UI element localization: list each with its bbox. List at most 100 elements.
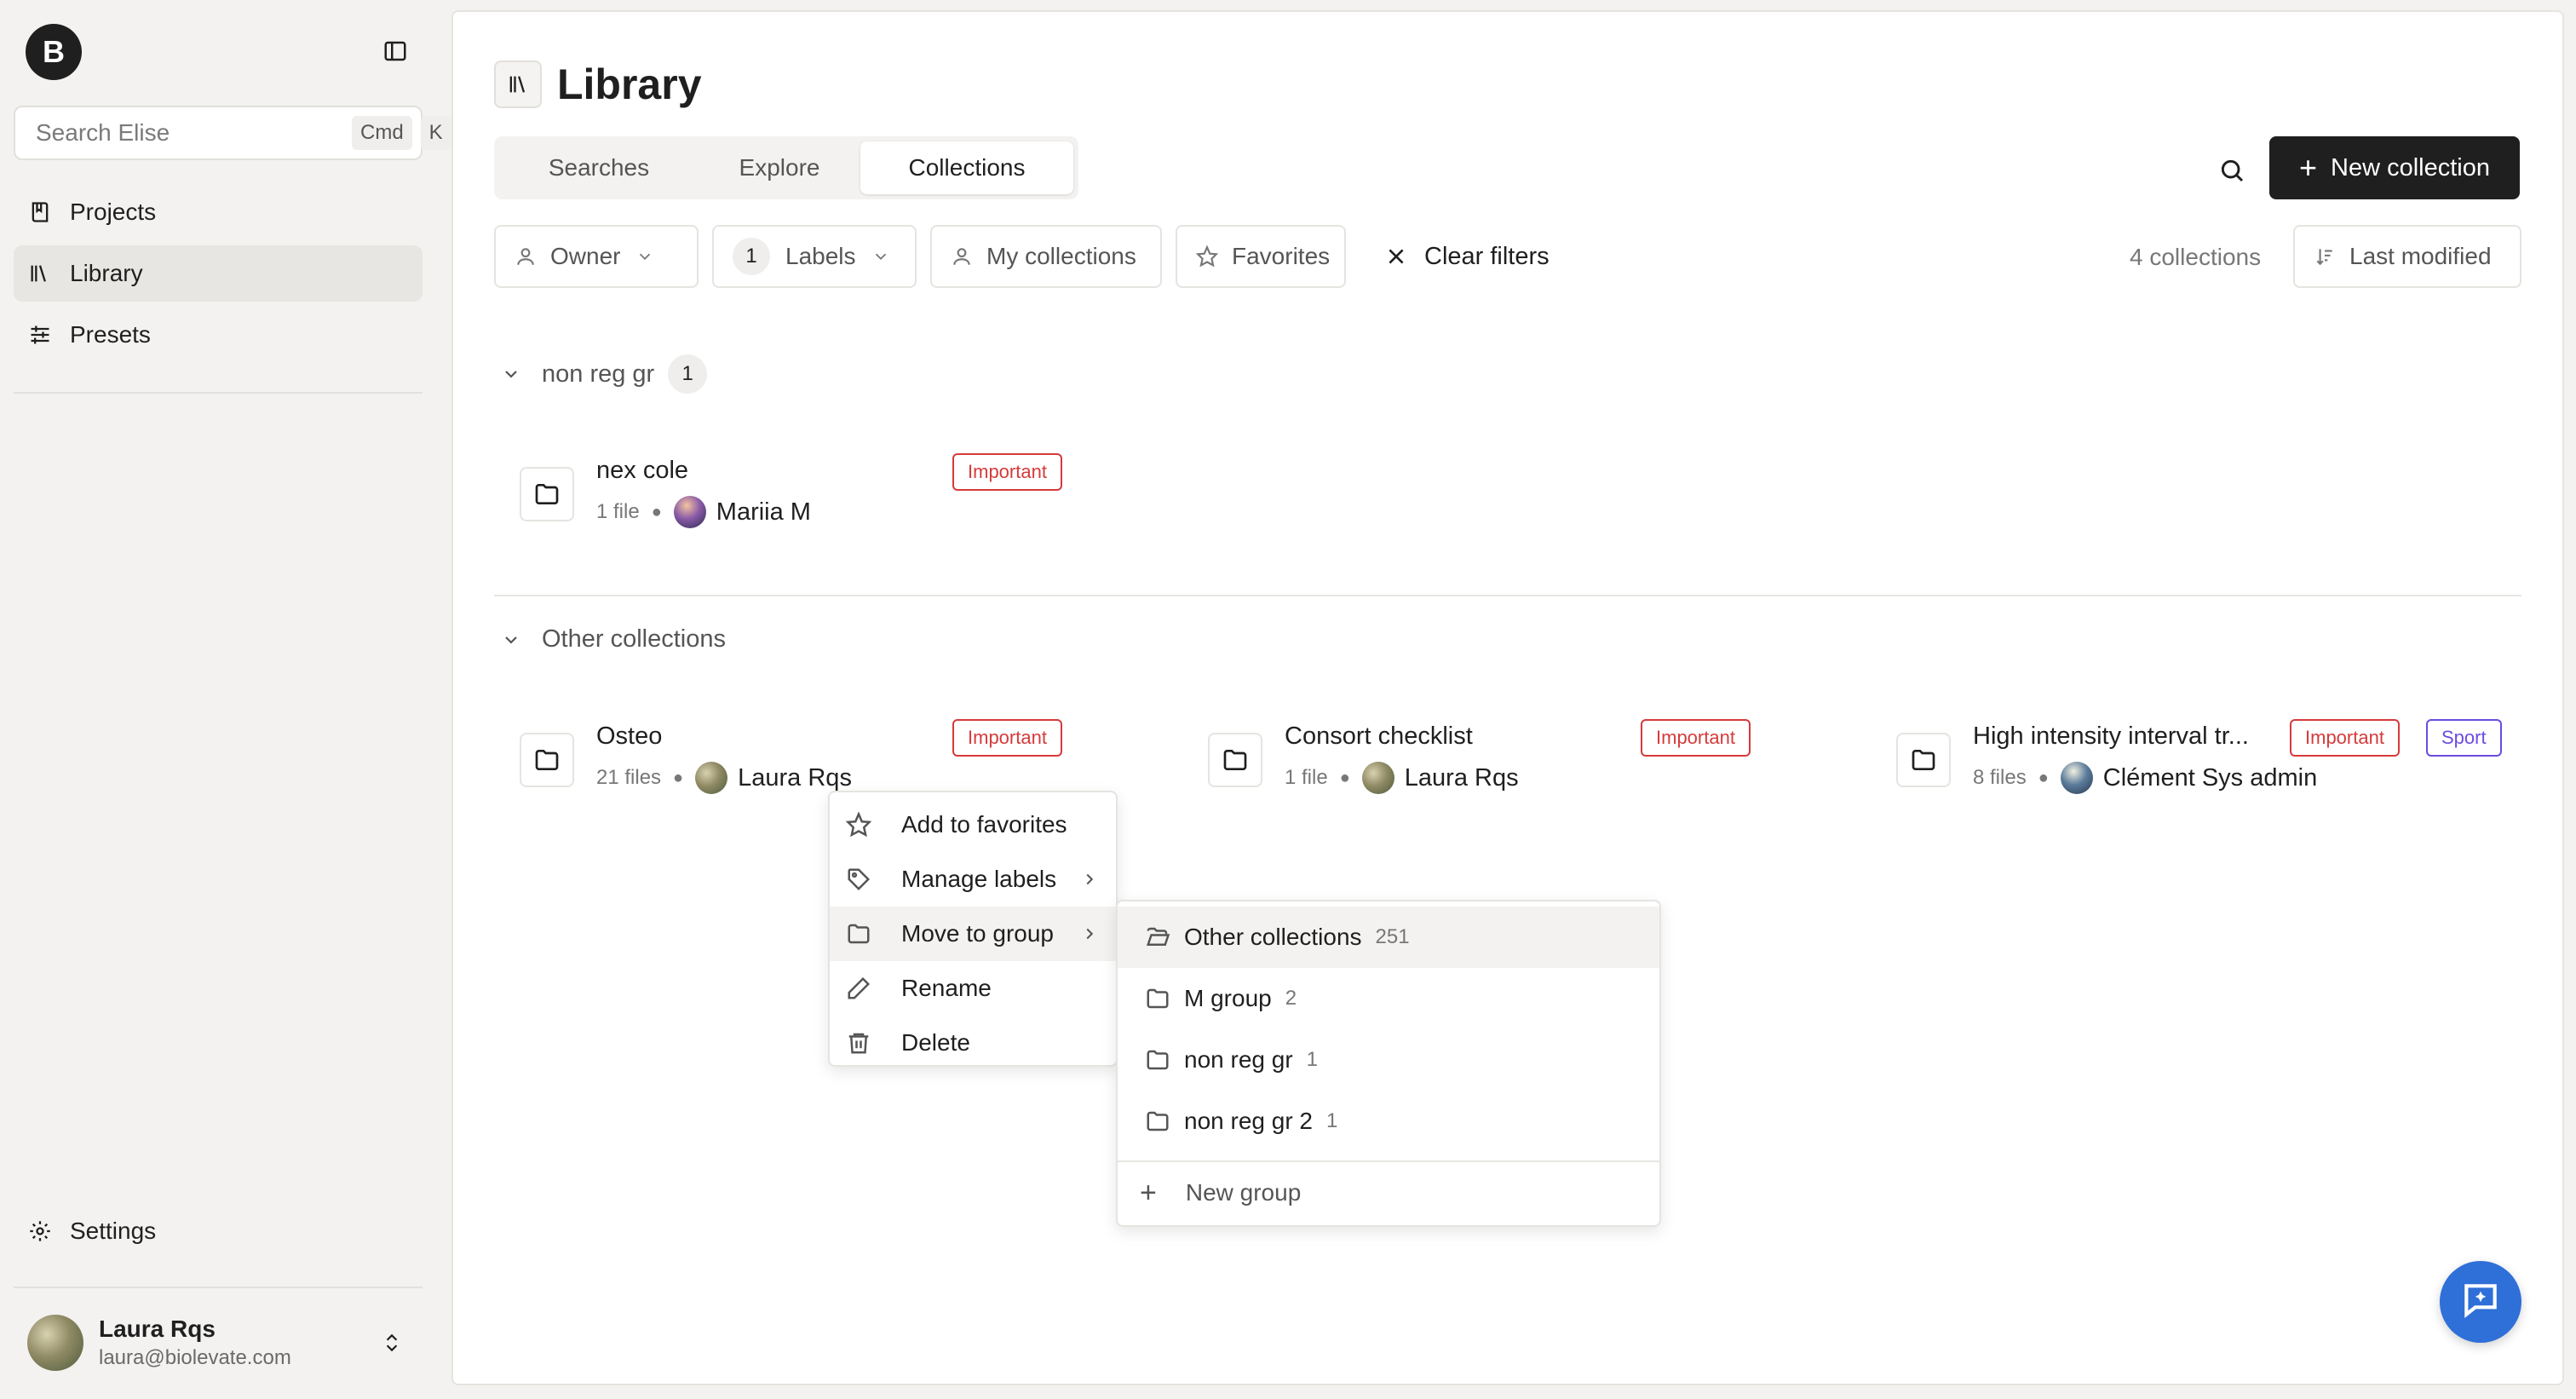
user-icon — [951, 245, 973, 268]
owner-filter-label: Owner — [550, 243, 621, 269]
menu-item-delete[interactable]: Delete — [830, 1016, 1116, 1070]
labels-filter-label: Labels — [785, 243, 856, 269]
group-divider — [494, 595, 2521, 596]
label-tag-important: Important — [2290, 719, 2400, 757]
folder-open-icon — [1145, 924, 1170, 950]
sidebar-item-label: Projects — [70, 199, 157, 225]
group-header-other-collections[interactable]: Other collections — [501, 625, 726, 653]
folder-icon — [520, 467, 574, 521]
owner-filter[interactable]: Owner — [494, 225, 699, 288]
my-collections-filter[interactable]: My collections — [930, 225, 1162, 288]
sliders-icon — [26, 320, 55, 349]
collections-count: 4 collections — [2130, 244, 2262, 270]
group-option-count: 2 — [1285, 987, 1297, 1010]
page-title: Library — [557, 60, 702, 108]
menu-item-label: Manage labels — [901, 866, 1057, 892]
group-option-name: Other collections — [1184, 924, 1362, 950]
menu-item-rename[interactable]: Rename — [830, 961, 1116, 1016]
collection-context-menu: Add to favorites Manage labels Move to g… — [828, 791, 1118, 1067]
collection-name: Osteo — [596, 723, 663, 750]
menu-item-label: Add to favorites — [901, 811, 1067, 838]
chevron-down-icon — [871, 247, 890, 266]
close-icon — [1385, 245, 1407, 268]
favorites-filter[interactable]: Favorites — [1176, 225, 1346, 288]
group-option-name: non reg gr 2 — [1184, 1108, 1313, 1134]
user-menu[interactable]: Laura Rqs laura@biolevate.com — [14, 1300, 423, 1385]
favorites-label: Favorites — [1232, 243, 1331, 269]
tag-icon — [843, 864, 874, 895]
group-header-non-reg-gr[interactable]: non reg gr 1 — [501, 354, 708, 394]
user-info: Laura Rqs laura@biolevate.com — [99, 1316, 375, 1370]
star-icon — [843, 809, 874, 840]
group-option-count: 1 — [1326, 1109, 1338, 1132]
sidebar-item-label: Presets — [70, 321, 151, 348]
collection-card-high-intensity[interactable]: High intensity interval tr... 8 files ● … — [1896, 719, 2513, 808]
page-header: Library — [494, 60, 702, 109]
chevron-up-down-icon[interactable] — [375, 1326, 409, 1360]
group-option-count: 1 — [1306, 1048, 1318, 1071]
user-email: laura@biolevate.com — [99, 1346, 291, 1369]
settings-row[interactable]: Settings — [14, 1203, 423, 1259]
owner-name: Mariia M — [716, 498, 811, 526]
group-option-non-reg-gr-2[interactable]: non reg gr 2 1 — [1118, 1091, 1659, 1152]
menu-item-manage-labels[interactable]: Manage labels — [830, 852, 1116, 907]
collection-card-consort-checklist[interactable]: Consort checklist 1 file ● Laura Rqs Imp… — [1208, 719, 1825, 808]
new-group-button[interactable]: + New group — [1118, 1162, 1659, 1223]
sort-label: Last modified — [2349, 243, 2492, 269]
menu-item-move-to-group[interactable]: Move to group — [830, 907, 1116, 961]
sidebar-toggle-icon[interactable] — [378, 34, 412, 68]
app-logo[interactable]: B — [26, 24, 82, 80]
search-input[interactable] — [36, 119, 343, 147]
chat-assistant-button[interactable] — [2440, 1261, 2521, 1343]
new-collection-label: New collection — [2331, 153, 2490, 181]
clear-filters-button[interactable]: Clear filters — [1385, 225, 1550, 288]
folder-icon — [1145, 1047, 1170, 1073]
tab-searches[interactable]: Searches — [499, 141, 699, 194]
separator-dot: ● — [673, 768, 684, 787]
group-option-m-group[interactable]: M group 2 — [1118, 968, 1659, 1029]
folder-icon — [1208, 733, 1262, 787]
group-option-count: 251 — [1375, 925, 1410, 948]
sidebar-divider — [14, 392, 423, 394]
owner-name: Clément Sys admin — [2102, 763, 2318, 792]
search-box[interactable]: Cmd K — [14, 106, 451, 160]
sort-button[interactable]: Last modified — [2293, 225, 2521, 288]
folder-icon — [1145, 986, 1170, 1011]
search-icon[interactable] — [2211, 150, 2252, 191]
folder-icon — [1145, 1108, 1170, 1134]
my-collections-label: My collections — [986, 243, 1136, 269]
sidebar-item-presets[interactable]: Presets — [14, 307, 423, 363]
label-tag-important: Important — [952, 453, 1062, 491]
group-count-badge: 1 — [668, 354, 708, 394]
plus-icon: + — [2298, 150, 2318, 185]
new-collection-button[interactable]: + New collection — [2269, 136, 2520, 199]
menu-item-label: Rename — [901, 975, 992, 1001]
folder-icon — [520, 733, 574, 787]
sidebar-item-label: Library — [70, 260, 143, 286]
file-count: 1 file — [596, 500, 640, 523]
separator-dot: ● — [2038, 768, 2049, 787]
shortcut-key-cmd: Cmd — [352, 116, 412, 150]
group-option-non-reg-gr[interactable]: non reg gr 1 — [1118, 1029, 1659, 1091]
sidebar-nav: Projects Library Presets — [14, 184, 423, 368]
label-tag-important: Important — [952, 719, 1062, 757]
menu-item-add-to-favorites[interactable]: Add to favorites — [830, 797, 1116, 852]
group-option-name: M group — [1184, 985, 1272, 1011]
separator-dot: ● — [651, 502, 662, 521]
sidebar-item-projects[interactable]: Projects — [14, 184, 423, 240]
group-option-other-collections[interactable]: Other collections 251 — [1118, 907, 1659, 968]
avatar — [2060, 762, 2093, 794]
tab-explore[interactable]: Explore — [699, 141, 860, 194]
tab-collections[interactable]: Collections — [860, 141, 1073, 194]
labels-filter[interactable]: 1 Labels — [712, 225, 917, 288]
new-group-label: New group — [1185, 1179, 1302, 1206]
collection-meta: 8 files ● Clément Sys admin — [1973, 762, 2317, 794]
collection-card-nex-cole[interactable]: nex cole 1 file ● Mariia M Important — [520, 453, 1136, 542]
file-count: 21 files — [596, 766, 662, 789]
sidebar-item-library[interactable]: Library — [14, 245, 423, 302]
sidebar-item-settings[interactable]: Settings — [14, 1203, 423, 1259]
chat-sparkle-icon — [2459, 1279, 2502, 1326]
avatar — [1361, 762, 1394, 794]
label-tag-important: Important — [1641, 719, 1751, 757]
sidebar: B Cmd K Projects Library — [0, 0, 451, 1399]
